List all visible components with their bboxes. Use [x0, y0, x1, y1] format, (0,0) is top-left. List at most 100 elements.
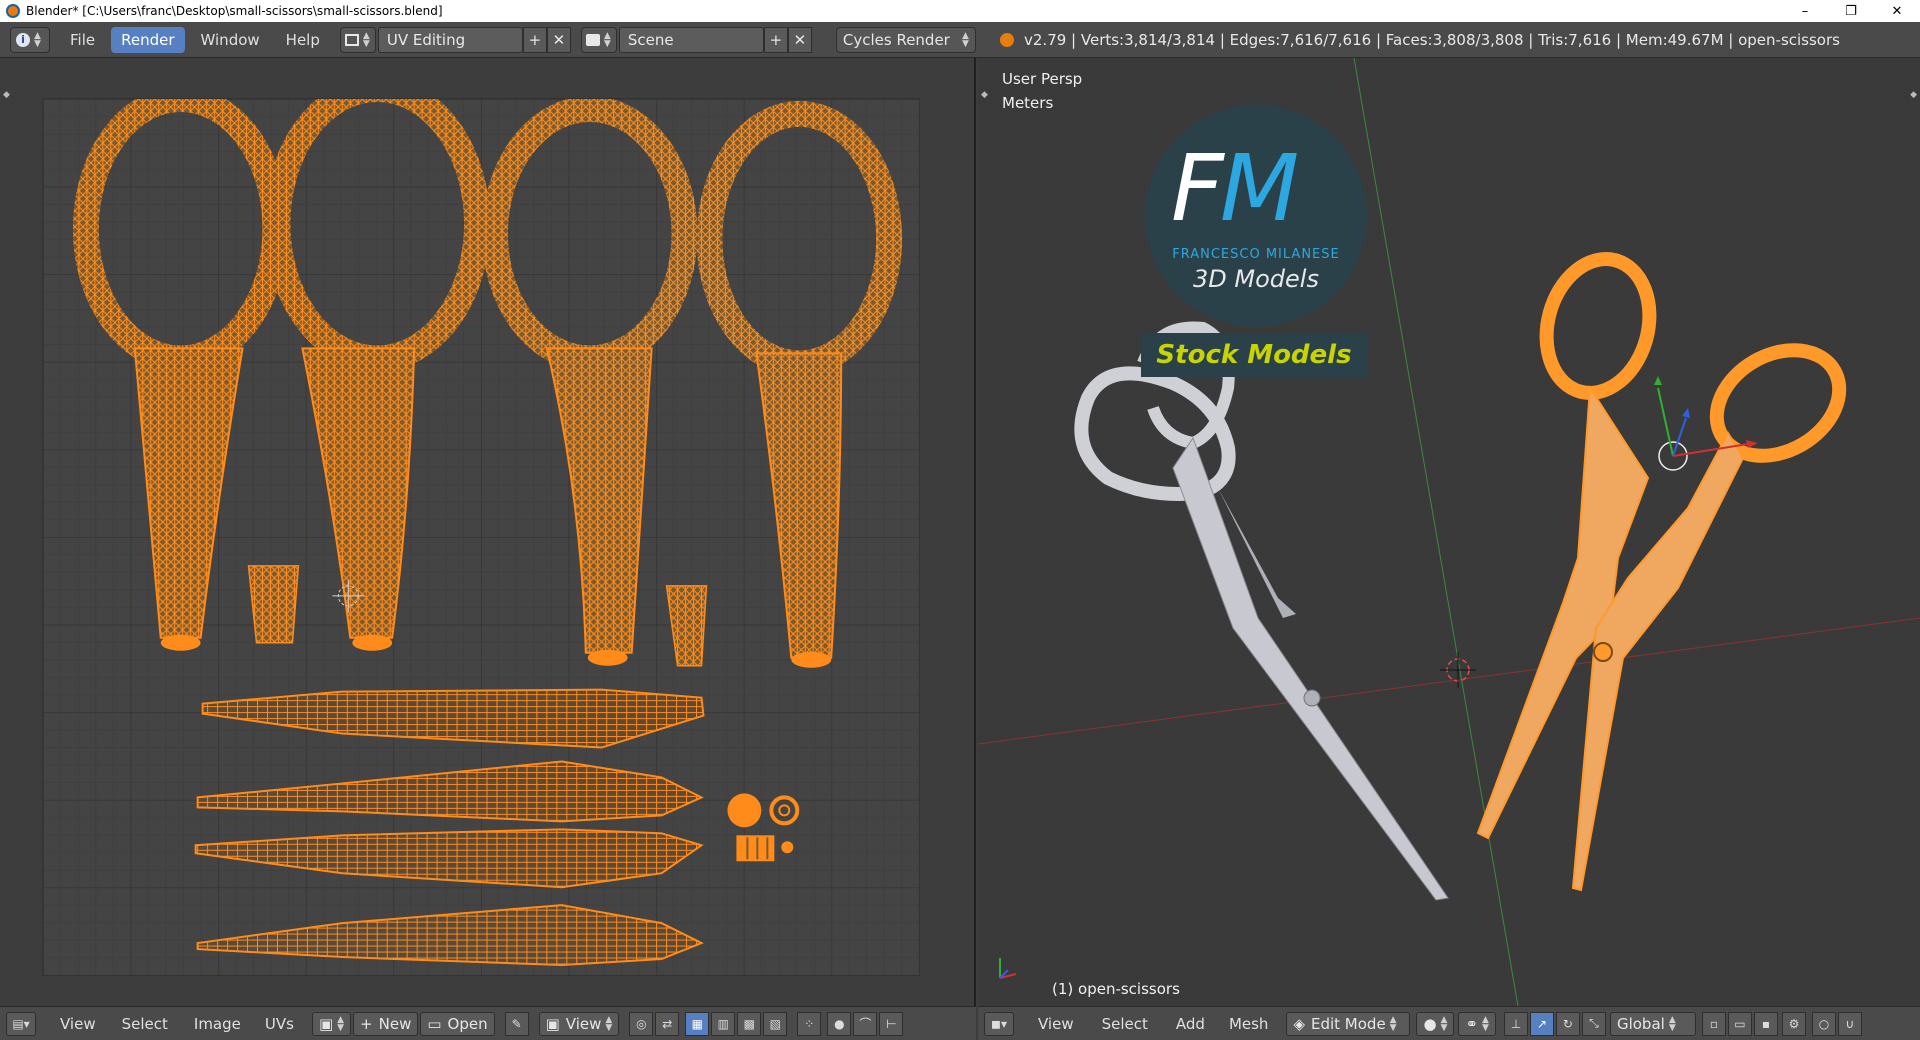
window-menu[interactable]: Window — [191, 27, 270, 53]
updown-arrows-icon: ▲ ▼ — [603, 30, 611, 49]
minimize-button[interactable]: – — [1782, 0, 1828, 22]
uv-editor-header: ▤▾ View Select Image UVs ▣ ▲ ▼ + New ▭ Open … — [0, 1006, 976, 1040]
updown-arrows-icon: ▲ ▼ — [34, 30, 41, 49]
scene-icon — [585, 33, 600, 46]
falloff-dropdown[interactable]: ⌒ — [853, 1011, 878, 1036]
render-menu[interactable]: Render — [111, 26, 185, 53]
y-axis-line — [1353, 58, 1519, 1006]
scene-field[interactable]: Scene — [618, 26, 764, 53]
face-select-button[interactable]: ▩ — [737, 1011, 762, 1036]
snap-icon: ⊢ — [886, 1016, 897, 1031]
vertex-select-button[interactable]: ▦ — [685, 1011, 710, 1036]
delete-layout-button[interactable]: ✕ — [546, 26, 571, 53]
updown-arrows-icon: ▲ ▼ — [1668, 1014, 1676, 1033]
view-mode-dropdown[interactable]: ▣ View ▲ ▼ — [538, 1011, 620, 1036]
blender-logo-icon — [6, 4, 20, 18]
view-axis-widget — [999, 958, 1017, 979]
proportional-editing-icon: ○ — [1818, 1016, 1830, 1031]
updown-arrows-icon: ▲ ▼ — [337, 1014, 345, 1033]
file-menu[interactable]: File — [60, 27, 105, 53]
add-scene-button[interactable]: + — [763, 26, 788, 53]
rendered-scissors[interactable] — [1074, 321, 1449, 901]
pin-button[interactable]: ✎ — [504, 1011, 529, 1036]
screen-layout-field[interactable]: UV Editing — [377, 26, 523, 53]
vp-select-menu[interactable]: Select — [1094, 1012, 1156, 1036]
uv-uvs-menu[interactable]: UVs — [257, 1012, 302, 1036]
updown-arrows-icon: ▲ ▼ — [605, 1014, 613, 1033]
render-engine-dropdown[interactable]: Cycles Render ▲ ▼ — [835, 26, 976, 53]
watermark-fm-letters: FM — [1171, 135, 1299, 242]
scale-manipulator-button[interactable]: ⤡ — [1581, 1011, 1606, 1036]
window-titlebar: Blender* [C:\Users\franc\Desktop\small-s… — [0, 0, 1920, 22]
proportional-editing-button[interactable]: ○ — [1811, 1011, 1836, 1036]
uv-canvas[interactable] — [42, 98, 920, 976]
panel-expand-icon[interactable]: ◆ — [3, 90, 10, 100]
edge-select-button[interactable]: ▥ — [711, 1011, 736, 1036]
vp-view-menu[interactable]: View — [1030, 1012, 1082, 1036]
scene-selector[interactable]: ▲ ▼ — [580, 26, 617, 53]
delete-scene-button[interactable]: ✕ — [787, 26, 812, 53]
3d-view-editor-type-button[interactable]: ◼▾ — [984, 1011, 1014, 1036]
vp-add-menu[interactable]: Add — [1168, 1012, 1213, 1036]
edge-select-mode-button[interactable]: ▭ — [1727, 1011, 1752, 1036]
open-image-button[interactable]: ▭ Open — [420, 1011, 495, 1036]
manipulator-toggle[interactable]: ⊥ — [1503, 1011, 1528, 1036]
plus-icon: + — [360, 1014, 373, 1033]
editor-type-button[interactable]: i ▲ ▼ — [10, 26, 50, 53]
watermark-author: FRANCESCO MILANESE — [1172, 247, 1340, 262]
info-header: i ▲ ▼ File Render Window Help ▲ ▼ UV Editi… — [0, 22, 1920, 58]
updown-arrows-icon: ▲ ▼ — [961, 30, 969, 49]
vp-mesh-menu[interactable]: Mesh — [1221, 1012, 1277, 1036]
snap-element-button[interactable]: ∪ — [1837, 1011, 1862, 1036]
image-browse-button[interactable]: ▣ ▲ ▼ — [311, 1011, 352, 1036]
sync-selection-button[interactable]: ⇄ — [655, 1011, 680, 1036]
orientation-dropdown[interactable]: Global ▲ ▼ — [1609, 1011, 1696, 1036]
shading-dropdown[interactable]: ● ▲ ▼ — [1416, 1011, 1455, 1036]
close-button[interactable]: ✕ — [1874, 0, 1920, 22]
help-menu[interactable]: Help — [276, 27, 330, 53]
folder-icon: ▭ — [427, 1014, 442, 1033]
3d-viewport[interactable]: ◆ ◆ User Persp Meters (1) open-scissors — [978, 58, 1920, 1006]
view-icon: ▣ — [545, 1014, 560, 1033]
proportional-edit-dropdown[interactable]: ● — [827, 1011, 852, 1036]
watermark-band: Stock Models — [1141, 333, 1367, 377]
add-layout-button[interactable]: + — [522, 26, 547, 53]
uv-view-menu[interactable]: View — [52, 1012, 104, 1036]
uv-select-menu[interactable]: Select — [114, 1012, 176, 1036]
rotate-manipulator-button[interactable]: ↻ — [1555, 1011, 1580, 1036]
pivot-dropdown[interactable]: ◎ — [629, 1011, 654, 1036]
3d-cursor[interactable] — [1440, 652, 1476, 688]
sticky-mode-dropdown[interactable]: ⁘ — [797, 1011, 822, 1036]
solid-shading-icon: ● — [1423, 1014, 1437, 1033]
snap-toggle[interactable]: ⊢ — [879, 1011, 904, 1036]
updown-arrows-icon: ▲ ▼ — [1482, 1014, 1489, 1033]
x-axis-line — [978, 617, 1920, 745]
mode-dropdown[interactable]: ◈ Edit Mode ▲ ▼ — [1286, 1011, 1411, 1036]
screen-layout-selector[interactable]: ▲ ▼ — [339, 26, 376, 53]
render-engine-label: Cycles Render — [842, 30, 950, 49]
image-editor-icon: ▤▾ — [12, 1016, 30, 1031]
translate-icon: ↗ — [1536, 1016, 1547, 1031]
pivot-point-dropdown[interactable]: ⚭ ▲ ▼ — [1458, 1011, 1496, 1036]
edit-mesh-scissors[interactable] — [1476, 247, 1858, 892]
vertex-select-mode-button[interactable]: ▫ — [1701, 1011, 1726, 1036]
window-title: Blender* [C:\Users\franc\Desktop\small-s… — [26, 4, 443, 18]
translate-manipulator-button[interactable]: ↗ — [1529, 1011, 1554, 1036]
uv-image-menu[interactable]: Image — [186, 1012, 249, 1036]
edge-mode-icon: ▭ — [1734, 1016, 1746, 1031]
vertex-mode-icon: ▫ — [1709, 1016, 1719, 1031]
image-editor-type-button[interactable]: ▤▾ — [6, 1011, 36, 1036]
new-image-button[interactable]: + New — [353, 1011, 419, 1036]
viewport-scene[interactable] — [978, 58, 1920, 1006]
uv-image-editor[interactable]: ◆ — [0, 58, 976, 1006]
face-select-mode-button[interactable]: ▪ — [1753, 1011, 1778, 1036]
snap-element-icon: ∪ — [1845, 1016, 1855, 1031]
sync-icon: ⇄ — [662, 1016, 673, 1031]
occlude-geometry-button[interactable]: ⚙ — [1781, 1011, 1806, 1036]
island-select-button[interactable]: ▧ — [763, 1011, 788, 1036]
uv-island-small-1[interactable] — [247, 565, 300, 644]
orientation-label: Global — [1616, 1014, 1665, 1033]
3d-view-icon: ◼▾ — [991, 1016, 1007, 1031]
restore-button[interactable]: ❐ — [1828, 0, 1874, 22]
updown-arrows-icon: ▲ ▼ — [1389, 1014, 1397, 1033]
